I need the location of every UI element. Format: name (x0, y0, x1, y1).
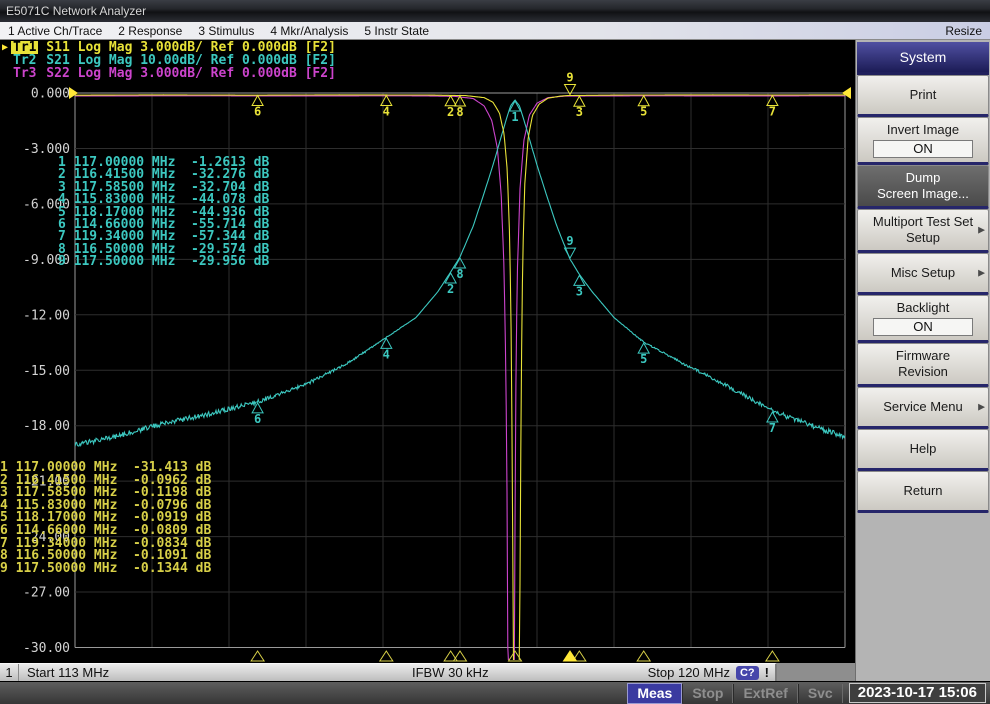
softkey-value: ON (873, 318, 973, 336)
svg-text:5: 5 (640, 105, 647, 119)
window-title: E5071C Network Analyzer (6, 4, 146, 18)
svg-text:-30.00: -30.00 (23, 641, 70, 656)
marker-stimulus-indicator (444, 651, 457, 661)
trace-markers: 1 2 2 3 3 4 4 5 5 6 6 7 7 8 8 9 9 (252, 70, 778, 434)
softkey-misc-setup[interactable]: Misc Setup ▶ (857, 253, 989, 295)
svg-text:1: 1 (511, 110, 518, 124)
menu-item-2[interactable]: 2 Response (118, 24, 182, 38)
marker-stimulus-indicator (380, 651, 393, 661)
softkey-multiport-test-set[interactable]: Multiport Test SetSetup ▶ (857, 209, 989, 253)
submenu-arrow-icon: ▶ (978, 268, 985, 279)
softkey-label: Return (903, 483, 942, 499)
marker-table-row: 9 117.50000 MHz -0.1344 dB (0, 563, 211, 576)
svg-text:-18.00: -18.00 (23, 419, 70, 434)
svg-text:3: 3 (576, 284, 583, 298)
softkey-dump[interactable]: DumpScreen Image... (857, 165, 989, 209)
marker-stimulus-indicator (454, 651, 467, 661)
window-titlebar[interactable]: E5071C Network Analyzer (0, 0, 990, 22)
menu-bar: 1 Active Ch/Trace 2 Response 3 Stimulus 4 M… (0, 22, 990, 40)
system-indicator-extref: ExtRef (733, 684, 797, 703)
marker-stimulus-indicator (564, 651, 577, 661)
menu-item-4[interactable]: 4 Mkr/Analysis (270, 24, 348, 38)
trace-legend: ▶Tr1 S11 Log Mag 3.000dB/ Ref 0.000dB [F… (2, 41, 336, 80)
svg-text:5: 5 (640, 352, 647, 366)
svg-text:-15.00: -15.00 (23, 364, 70, 379)
system-indicator-svc: Svc (798, 684, 843, 703)
softkey-label: Multiport Test Set (873, 214, 973, 230)
system-indicator-stop: Stop (682, 684, 733, 703)
stimulus-status-bar: 1 Start 113 MHz IFBW 30 kHz Stop 120 MHz… (0, 663, 777, 681)
svg-text:7: 7 (769, 421, 776, 435)
softkey-label: Invert Image (887, 122, 959, 138)
marker-stimulus-indicator (251, 651, 264, 661)
submenu-arrow-icon: ▶ (978, 402, 985, 413)
svg-text:4: 4 (383, 347, 390, 361)
softkey-label: Misc Setup (891, 265, 955, 281)
softkey-label: Print (910, 87, 937, 103)
softkey-label: Firmware (896, 348, 950, 364)
alert-indicator: ! (765, 665, 769, 680)
system-status-bar: MeasStopExtRefSvc 2023-10-17 15:06 (0, 681, 990, 704)
ifbw-value: IFBW 30 kHz (412, 665, 489, 680)
softkey-help[interactable]: Help (857, 429, 989, 471)
menu-item-3[interactable]: 3 Stimulus (198, 24, 254, 38)
marker-table-row: 9 117.50000 MHz -29.956 dB (58, 256, 269, 268)
svg-text:0.000: 0.000 (31, 87, 70, 102)
channel-number: 1 (0, 664, 19, 681)
menu-item-1[interactable]: 1 Active Ch/Trace (8, 24, 102, 38)
softkey-value: ON (873, 140, 973, 158)
calibration-badge: C? (736, 666, 759, 680)
softkey-return[interactable]: Return (857, 471, 989, 513)
svg-text:7: 7 (769, 105, 776, 119)
svg-text:2: 2 (447, 105, 454, 119)
trace-id: Tr3 (11, 67, 38, 80)
marker-stimulus-indicator (637, 651, 650, 661)
softkey-firmware[interactable]: FirmwareRevision (857, 343, 989, 387)
status-bar-gap (777, 663, 855, 681)
svg-text:8: 8 (456, 105, 463, 119)
system-indicator-meas: Meas (627, 683, 682, 704)
svg-text:2: 2 (447, 282, 454, 296)
svg-text:3: 3 (576, 105, 583, 119)
menu-item-5[interactable]: 5 Instr State (364, 24, 429, 38)
svg-text:-12.00: -12.00 (23, 308, 70, 323)
marker-table-tr2: 1 117.00000 MHz -1.2613 dB2 116.41500 MH… (58, 157, 269, 269)
svg-text:9: 9 (566, 234, 573, 248)
submenu-arrow-icon: ▶ (978, 225, 985, 236)
svg-text:9: 9 (566, 70, 573, 84)
softkey-label: Revision (898, 364, 948, 380)
marker-table-tr1: 1 117.00000 MHz -31.413 dB2 116.41500 MH… (0, 462, 211, 575)
softkey-label: Service Menu (883, 399, 962, 415)
softkey-label: Dump (906, 170, 941, 186)
stop-frequency: Stop 120 MHz (648, 665, 730, 680)
svg-text:6: 6 (254, 412, 261, 426)
trace-settings-text: S22 Log Mag 3.000dB/ Ref 0.000dB [F2] (38, 67, 335, 80)
analyzer-screen: 0.000-3.000-6.000-9.000-12.00-15.00-18.0… (0, 40, 855, 663)
svg-text:8: 8 (456, 267, 463, 281)
resize-control[interactable]: Resize (945, 24, 990, 38)
start-frequency: Start 113 MHz (19, 665, 109, 680)
softkey-sidebar: System Print Invert Image ON DumpScreen Ima… (855, 40, 990, 681)
softkey-label: Screen Image... (877, 186, 969, 202)
softkey-label: Setup (906, 230, 940, 246)
application-window: E5071C Network Analyzer 1 Active Ch/Trac… (0, 0, 990, 704)
softkey-backlight[interactable]: Backlight ON (857, 295, 989, 343)
svg-text:6: 6 (254, 104, 261, 118)
svg-text:-27.00: -27.00 (23, 586, 70, 601)
datetime-display: 2023-10-17 15:06 (849, 683, 986, 703)
active-trace-arrow-icon: ▶ (2, 41, 11, 54)
softkey-label: Help (910, 441, 937, 457)
softkey-menu-title: System (857, 42, 989, 75)
marker-stimulus-indicator (766, 651, 779, 661)
softkey-service-menu[interactable]: Service Menu ▶ (857, 387, 989, 429)
svg-text:4: 4 (383, 104, 390, 118)
softkey-invert-image[interactable]: Invert Image ON (857, 117, 989, 165)
softkey-label: Backlight (897, 300, 950, 316)
trace-legend-tr3[interactable]: Tr3 S22 Log Mag 3.000dB/ Ref 0.000dB [F2… (2, 67, 336, 80)
softkey-print[interactable]: Print (857, 75, 989, 117)
